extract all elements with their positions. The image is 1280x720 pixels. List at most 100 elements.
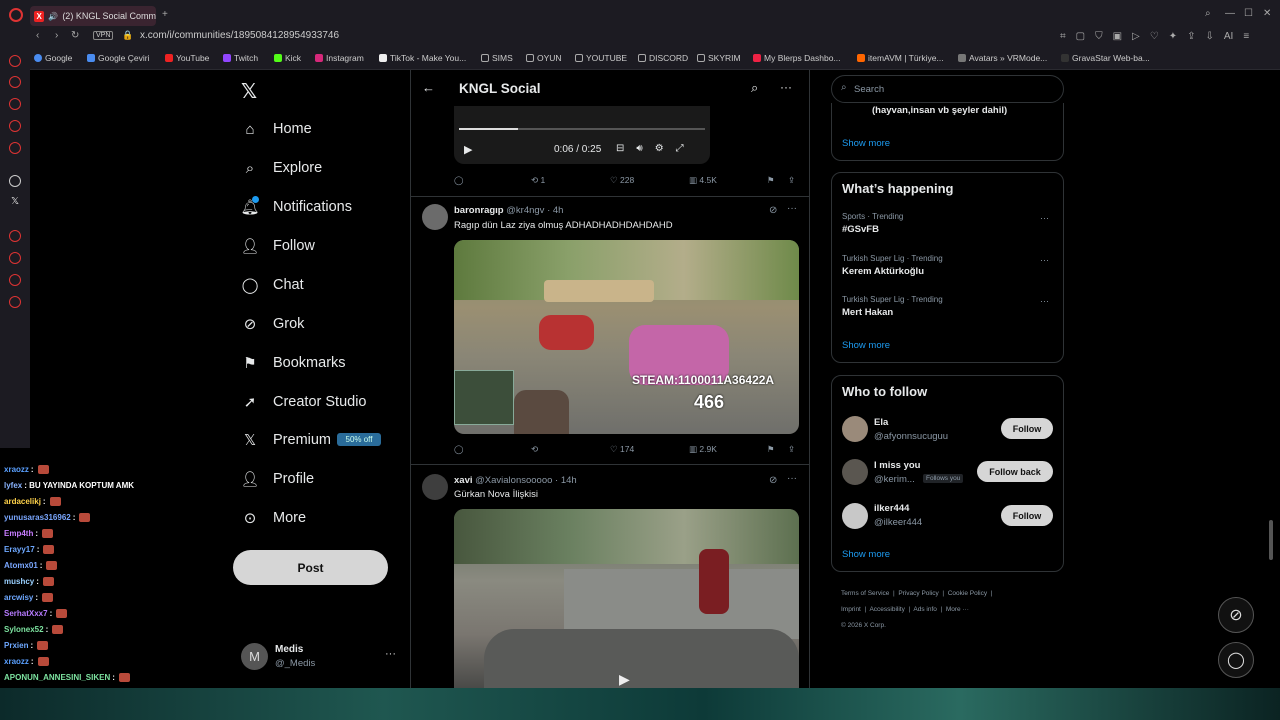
minimize-icon[interactable]: —	[1225, 8, 1235, 19]
sidebar-aria-icon[interactable]	[9, 98, 21, 110]
bookmark-google[interactable]: Google	[34, 53, 72, 63]
forward-icon[interactable]: ›	[55, 30, 58, 41]
bookmark-youtube[interactable]: YouTube	[165, 53, 209, 63]
bookmark-folder-youtube[interactable]: YOUTUBE	[575, 53, 627, 63]
more-icon[interactable]: ···	[787, 203, 797, 214]
avatar[interactable]: M	[241, 643, 268, 670]
url-field[interactable]: x.com/i/communities/1895084128954933746	[140, 30, 339, 41]
maximize-icon[interactable]: ☐	[1244, 8, 1253, 19]
scrollbar-thumb[interactable]	[1269, 520, 1273, 560]
footer-link[interactable]: Ads info	[913, 606, 937, 613]
retweet-button[interactable]: ⟲ 1	[531, 175, 545, 186]
post-button[interactable]: Post	[233, 550, 388, 585]
vpn-badge[interactable]: VPN	[93, 31, 114, 40]
views-button[interactable]: ▥ 2.9K	[689, 444, 717, 455]
more-icon[interactable]: ···	[780, 80, 792, 94]
footer-link[interactable]: Cookie Policy	[948, 590, 987, 597]
search-icon[interactable]: ⌕	[751, 80, 758, 96]
sidebar-flow-icon[interactable]	[9, 76, 21, 88]
bookmark-instagram[interactable]: Instagram	[315, 53, 364, 63]
more-icon[interactable]: ···	[787, 473, 797, 484]
reload-icon[interactable]: ↻	[71, 30, 79, 41]
share-icon[interactable]: ⇪	[788, 175, 795, 186]
camera-icon[interactable]: ⌗	[1060, 31, 1066, 42]
download-icon[interactable]: ⇩	[1206, 31, 1214, 42]
tweet-author[interactable]: xavi @Xavialonsooooo · 14h	[454, 475, 577, 486]
avatar[interactable]	[842, 503, 868, 529]
nav-premium[interactable]: 𝕏 Premium	[241, 431, 331, 449]
follow-back-button[interactable]: Follow back	[977, 461, 1053, 482]
share-icon[interactable]: ⇪	[1187, 31, 1195, 42]
ai-button[interactable]: AI	[1224, 31, 1233, 42]
follow-suggestion-name[interactable]: I miss you	[874, 460, 920, 471]
footer-link[interactable]: Terms of Service	[841, 590, 889, 597]
share-icon[interactable]: ⇪	[788, 444, 795, 455]
nav-grok[interactable]: ⊘ Grok	[241, 315, 305, 333]
sidebar-mail-icon[interactable]	[9, 142, 21, 154]
bookmark-icon[interactable]: ⚑	[767, 175, 775, 186]
nav-home[interactable]: ⌂ Home	[241, 120, 311, 138]
sidebar-pinboard-icon[interactable]	[9, 274, 21, 286]
volume-icon[interactable]: 🔊︎	[636, 143, 642, 154]
follow-suggestion-name[interactable]: ilker444	[874, 503, 909, 514]
tweet-author[interactable]: baronragıp @kr4ngv · 4h	[454, 205, 563, 216]
sidebar-x-icon[interactable]: 𝕏	[11, 196, 19, 207]
sidebar-messenger-icon[interactable]	[9, 55, 21, 67]
like-button[interactable]: ♡ 174	[610, 444, 634, 455]
avatar[interactable]	[842, 416, 868, 442]
nav-chat[interactable]: ◯ Chat	[241, 276, 304, 294]
reply-icon[interactable]: ◯	[454, 175, 464, 186]
avatar[interactable]	[422, 474, 448, 500]
follow-button[interactable]: Follow	[1001, 505, 1053, 526]
show-more-link[interactable]: Show more	[842, 340, 890, 351]
avatar[interactable]	[422, 204, 448, 230]
views-button[interactable]: ▥ 4.5K	[689, 175, 717, 186]
search-icon[interactable]: ⌕	[1205, 8, 1211, 19]
menu-icon[interactable]: ≡	[1243, 31, 1249, 42]
nav-creator-studio[interactable]: ➚ Creator Studio	[241, 393, 367, 411]
captions-icon[interactable]: ⊟	[616, 143, 624, 154]
fullscreen-icon[interactable]: ⤢	[676, 143, 684, 154]
play-icon[interactable]: ▷	[1132, 31, 1140, 42]
follow-button[interactable]: Follow	[1001, 418, 1053, 439]
footer-link[interactable]: Accessibility	[869, 606, 904, 613]
tweet-image[interactable]: STEAM:1100011A36422A 466	[454, 240, 799, 434]
settings-icon[interactable]: ⚙	[655, 143, 664, 154]
grok-float-icon[interactable]: ⊘	[1218, 597, 1254, 633]
show-more-link[interactable]: Show more	[842, 549, 890, 560]
like-button[interactable]: ♡ 228	[610, 175, 634, 186]
back-arrow-icon[interactable]: ←	[422, 80, 435, 95]
bookmark-icon[interactable]: ⚑	[767, 444, 775, 455]
avatar[interactable]	[842, 459, 868, 485]
account-name[interactable]: Medis	[275, 644, 303, 655]
close-icon[interactable]: ✕	[1263, 8, 1271, 19]
bookmark-folder-sims[interactable]: SIMS	[481, 53, 513, 63]
trend-more-icon[interactable]: ···	[1040, 255, 1049, 265]
trend-item[interactable]: Turkish Super Lig · Trending Kerem Aktür…	[842, 254, 943, 277]
grok-icon[interactable]: ⊘	[769, 205, 777, 216]
shield-icon[interactable]: ⛉	[1095, 31, 1103, 42]
sidebar-instagram-icon[interactable]	[9, 120, 21, 132]
bookmark-folder-discord[interactable]: DISCORD	[638, 53, 688, 63]
bookmark-twitch[interactable]: Twitch	[223, 53, 258, 63]
bookmark-folder-oyun[interactable]: OYUN	[526, 53, 562, 63]
bookmark-gravastar[interactable]: GravaStar Web-ba...	[1061, 53, 1150, 63]
follow-suggestion-name[interactable]: Ela	[874, 417, 888, 428]
sidebar-history-icon[interactable]	[9, 252, 21, 264]
grok-icon[interactable]: ⊘	[769, 475, 777, 486]
video-player[interactable]	[454, 106, 710, 164]
show-more-link[interactable]: Show more	[842, 138, 890, 149]
nav-follow[interactable]: 👤︎ Follow	[240, 237, 314, 255]
trend-item[interactable]: Sports · Trending #GSvFB	[842, 212, 903, 235]
trend-item[interactable]: Turkish Super Lig · Trending Mert Hakan	[842, 295, 943, 318]
nav-more[interactable]: ⊙ More	[241, 509, 306, 527]
footer-link[interactable]: Imprint	[841, 606, 861, 613]
nav-explore[interactable]: ⌕ Explore	[241, 159, 322, 177]
search-input[interactable]: ⌕ Search	[831, 75, 1064, 103]
chat-float-icon[interactable]: ◯	[1218, 642, 1254, 678]
heart-icon[interactable]: ♡	[1150, 31, 1159, 42]
tweet-video[interactable]: ▶	[454, 509, 799, 688]
bookmark-blerps[interactable]: My Blerps Dashbo...	[753, 53, 841, 63]
x-logo-icon[interactable]: 𝕏	[241, 79, 257, 104]
video-play-icon[interactable]: ▶	[619, 671, 630, 688]
